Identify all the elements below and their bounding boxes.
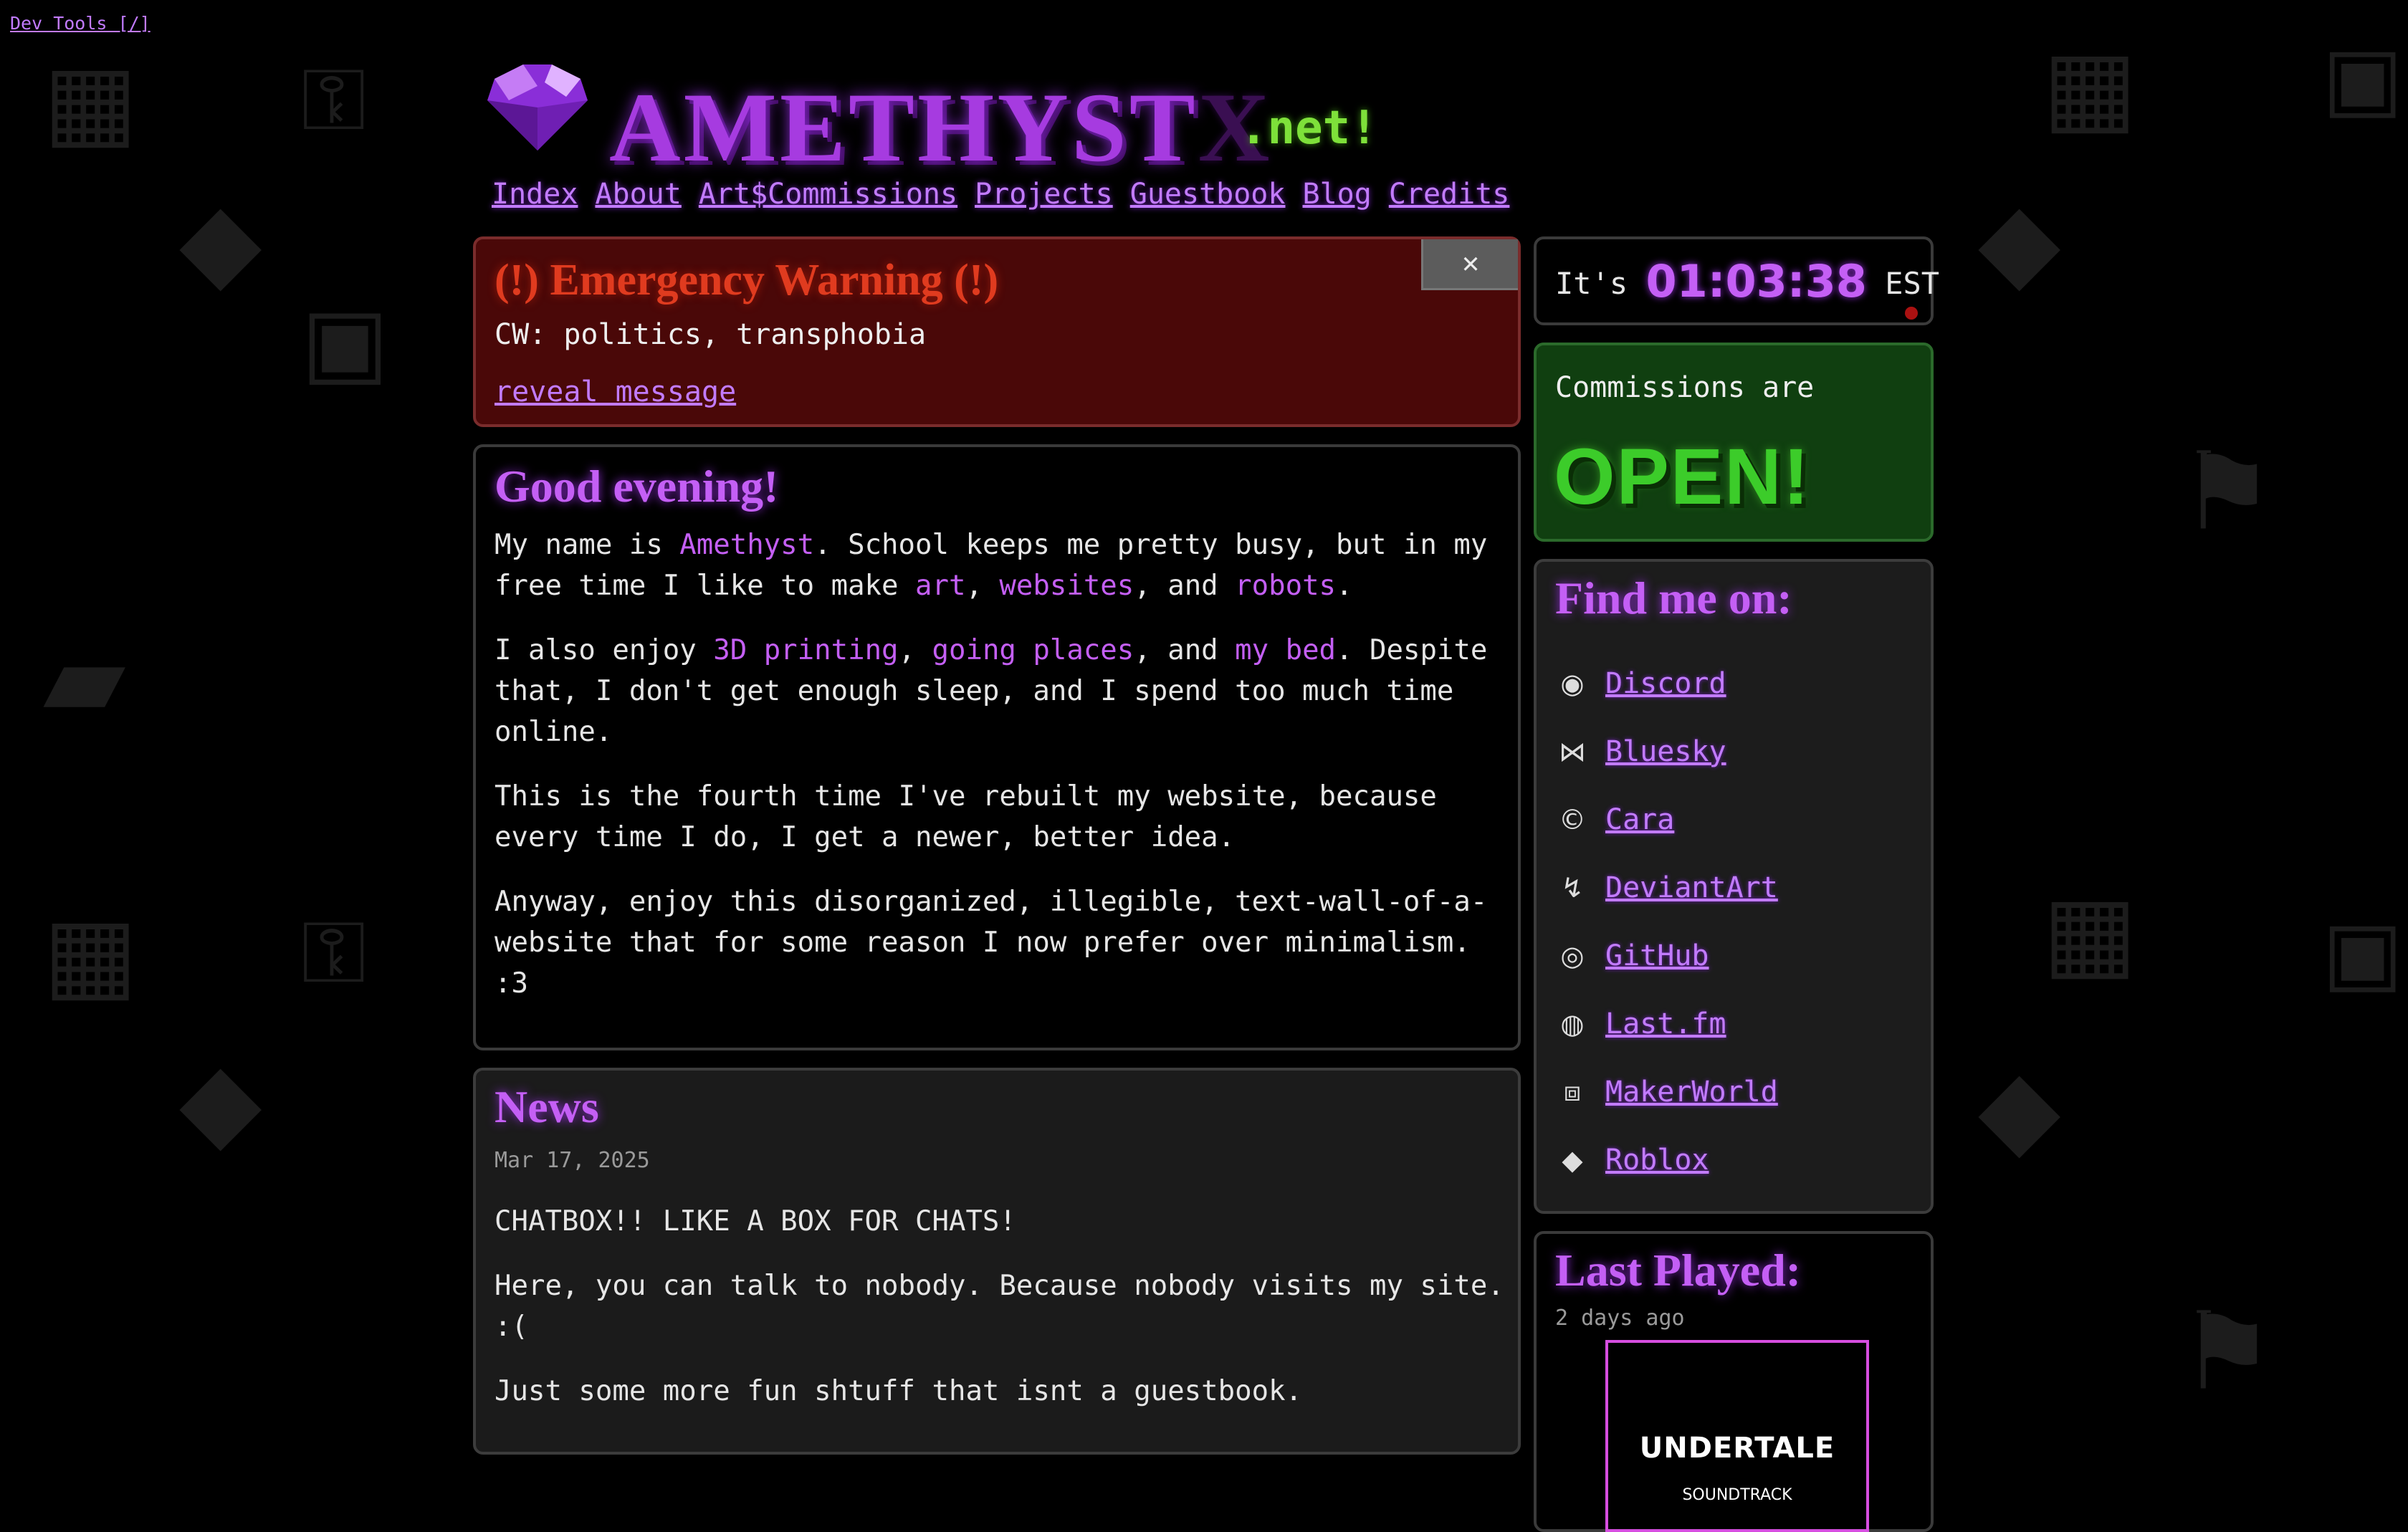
social-link-discord[interactable]: ◉ Discord [1555,649,1778,717]
last-played-heading: Last Played: [1555,1245,1802,1296]
commissions-lead: Commissions are [1555,371,1815,404]
news-date: Mar 17, 2025 [494,1148,650,1173]
site-logo[interactable]: AMETHYSTX .net! [480,57,1412,182]
news-box: News Mar 17, 2025 CHATBOX!! LIKE A BOX F… [473,1068,1521,1455]
social-links-list: ◉ Discord ⋈ Bluesky © Cara ↯ DeviantArt … [1555,649,1778,1194]
intro-box: Good evening! My name is Amethyst. Schoo… [473,444,1521,1050]
last-played-box: Last Played: 2 days ago UNDERTALE SOUNDT… [1534,1231,1934,1532]
lastfm-icon: ◍ [1560,1007,1585,1040]
nav-art-commissions[interactable]: Art$Commissions [699,178,957,211]
cara-icon: © [1559,803,1586,836]
main-nav: Index About Art$Commissions Projects Gue… [492,178,1509,211]
clock-row: It's 01:03:38 EST [1555,255,1939,307]
clock-time: 01:03:38 [1645,255,1867,307]
social-link-roblox[interactable]: ◆ Roblox [1555,1126,1778,1194]
news-paragraph: CHATBOX!! LIKE A BOX FOR CHATS! [494,1205,1016,1237]
nav-blog[interactable]: Blog [1302,178,1371,211]
social-link-lastfm[interactable]: ◍ Last.fm [1555,990,1778,1058]
roblox-icon: ◆ [1562,1144,1583,1176]
news-heading: News [494,1081,599,1132]
last-played-time: 2 days ago [1555,1306,1685,1331]
logo-wordmark: AMETHYSTX [609,72,1273,182]
social-heading: Find me on: [1555,573,1792,623]
github-icon: ◎ [1560,939,1585,972]
social-links-box: Find me on: ◉ Discord ⋈ Bluesky © Cara ↯… [1534,559,1934,1214]
news-body: CHATBOX!! LIKE A BOX FOR CHATS! Here, yo… [494,1201,1505,1435]
content-warning: CW: politics, transphobia [494,318,927,351]
intro-paragraph: I also enjoy 3D printing, going places, … [494,634,1488,748]
news-paragraph: Here, you can talk to nobody. Because no… [494,1270,1504,1343]
intro-paragraph: Anyway, enjoy this disorganized, illegib… [494,886,1488,1000]
intro-paragraph: My name is Amethyst. School keeps me pre… [494,529,1488,602]
nav-index[interactable]: Index [492,178,578,211]
album-title: UNDERTALE [1639,1432,1835,1465]
status-dot-icon [1905,307,1918,320]
album-subtitle: SOUNDTRACK [1682,1486,1792,1504]
social-link-bluesky[interactable]: ⋈ Bluesky [1555,717,1778,785]
commissions-box: Commissions are OPEN! [1534,343,1934,542]
intro-heading: Good evening! [494,461,779,512]
commissions-status: OPEN! [1554,433,1811,521]
deviantart-icon: ↯ [1561,871,1584,904]
logo-tld: .net! [1240,102,1378,155]
reveal-message-link[interactable]: reveal message [494,375,736,408]
nav-guestbook[interactable]: Guestbook [1130,178,1286,211]
social-link-cara[interactable]: © Cara [1555,785,1778,853]
gem-icon [487,64,588,150]
clock-prefix: It's [1555,266,1628,301]
social-link-makerworld[interactable]: ⧈ MakerWorld [1555,1058,1778,1126]
social-link-github[interactable]: ◎ GitHub [1555,921,1778,990]
discord-icon: ◉ [1560,667,1585,699]
intro-body: My name is Amethyst. School keeps me pre… [494,525,1505,1028]
album-cover[interactable]: UNDERTALE SOUNDTRACK [1605,1340,1869,1532]
intro-paragraph: This is the fourth time I've rebuilt my … [494,780,1437,853]
clock-zone: EST [1885,266,1940,301]
nav-projects[interactable]: Projects [975,178,1113,211]
emergency-warning-box: ✕ (!) Emergency Warning (!) CW: politics… [473,236,1521,427]
nav-about[interactable]: About [595,178,681,211]
makerworld-icon: ⧈ [1563,1076,1582,1107]
warning-title: (!) Emergency Warning (!) [494,256,999,305]
dev-tools-link[interactable]: Dev Tools [/] [10,13,150,34]
news-paragraph: Just some more fun shtuff that isnt a gu… [494,1375,1303,1407]
nav-credits[interactable]: Credits [1389,178,1510,211]
social-link-deviantart[interactable]: ↯ DeviantArt [1555,853,1778,921]
page-wrapper: AMETHYSTX .net! Index About Art$Commissi… [473,0,1939,1532]
clock-box: It's 01:03:38 EST [1534,236,1939,325]
butterfly-icon: ⋈ [1559,735,1586,767]
close-button[interactable]: ✕ [1421,239,1518,290]
